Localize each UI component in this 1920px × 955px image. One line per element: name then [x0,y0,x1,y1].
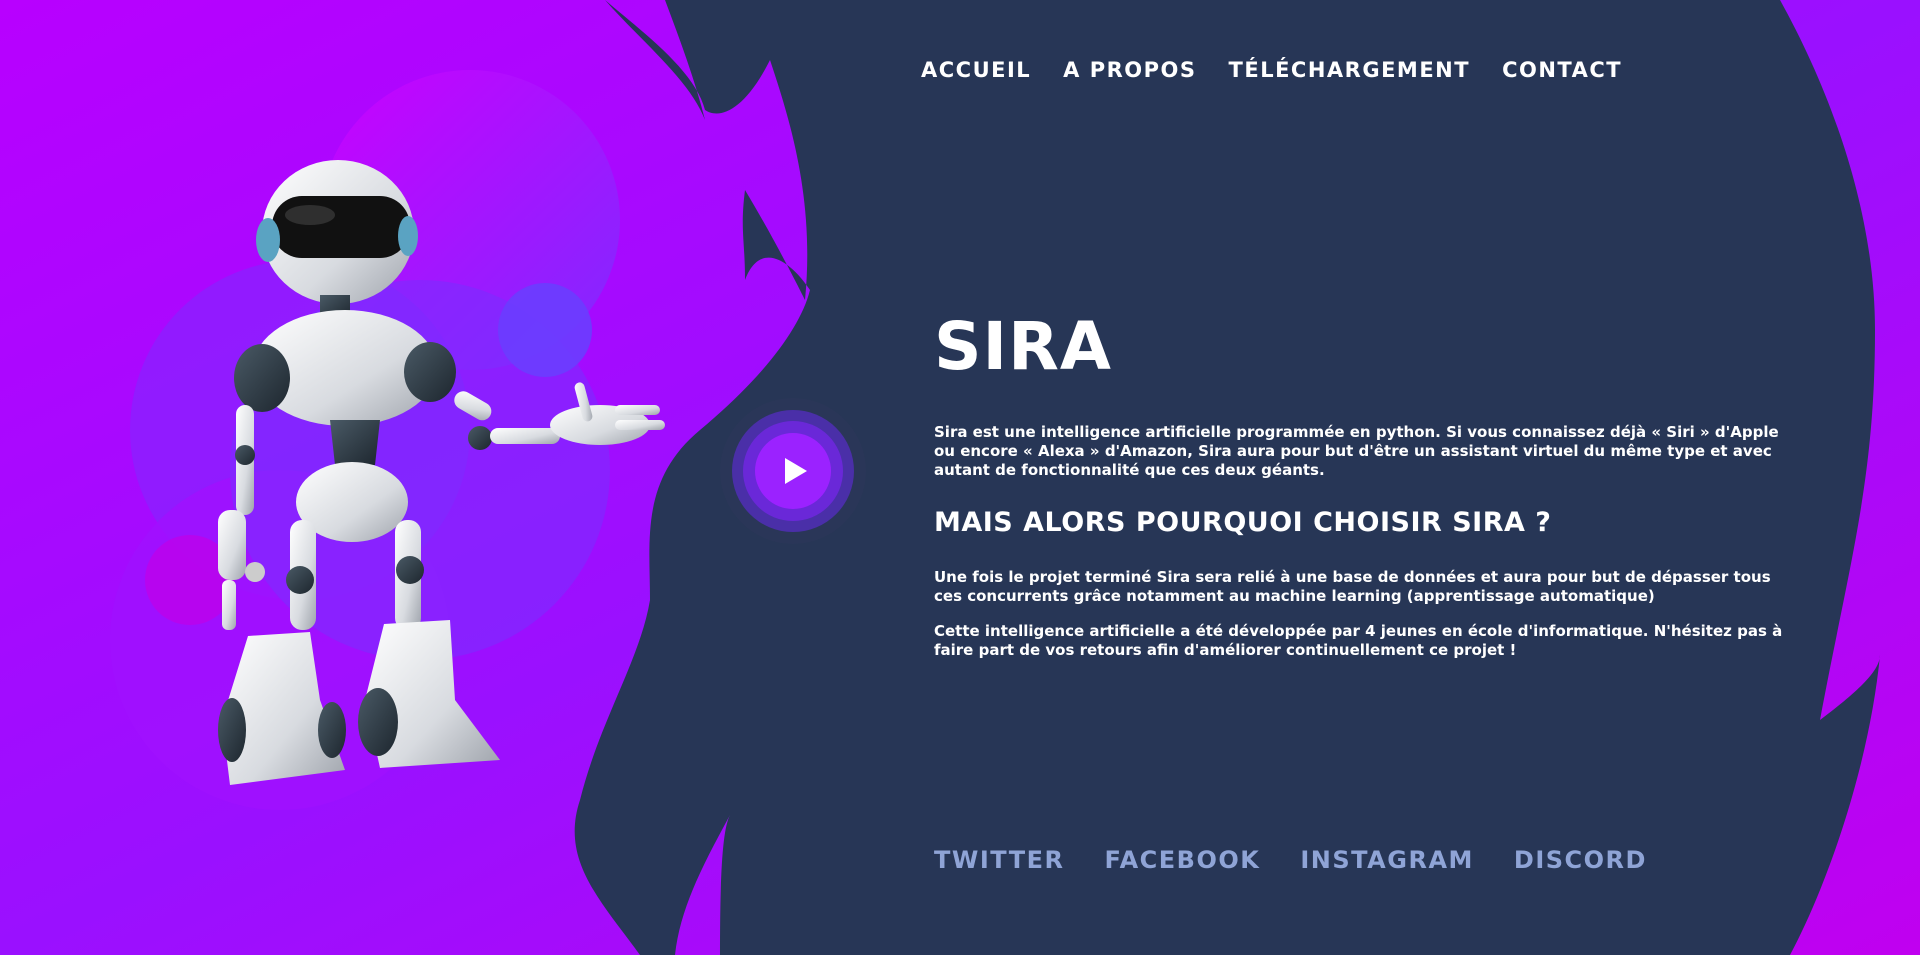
nav-item-contact[interactable]: CONTACT [1502,58,1622,82]
main-nav: ACCUEIL A PROPOS TÉLÉCHARGEMENT CONTACT [921,58,1654,82]
nav-item-telechargement[interactable]: TÉLÉCHARGEMENT [1229,58,1471,82]
hero-paragraph-2: Cette intelligence artificielle a été dé… [934,622,1783,659]
social-discord-link[interactable]: DISCORD [1514,846,1647,874]
hero-content: SIRA Sira est une intelligence artificie… [934,305,1792,660]
nav-item-a-propos[interactable]: A PROPOS [1063,58,1196,82]
play-core [755,433,831,509]
social-twitter-link[interactable]: TWITTER [934,846,1064,874]
hero-intro: Sira est une intelligence artificielle p… [934,423,1779,479]
hero-paragraph-1: Une fois le projet terminé Sira sera rel… [934,568,1771,605]
page: ACCUEIL A PROPOS TÉLÉCHARGEMENT CONTACT … [0,0,1920,955]
social-facebook-link[interactable]: FACEBOOK [1104,846,1260,874]
nav-item-accueil[interactable]: ACCUEIL [921,58,1031,82]
hero-subtitle: MAIS ALORS POURQUOI CHOISIR SIRA ? [934,507,1552,538]
social-links: TWITTER FACEBOOK INSTAGRAM DISCORD [934,846,1687,874]
play-video-button[interactable] [720,398,866,544]
play-icon [785,458,807,484]
hero-title: SIRA [934,308,1112,385]
play-ring-inner [743,421,843,521]
play-ring-outer [732,410,854,532]
social-instagram-link[interactable]: INSTAGRAM [1300,846,1474,874]
